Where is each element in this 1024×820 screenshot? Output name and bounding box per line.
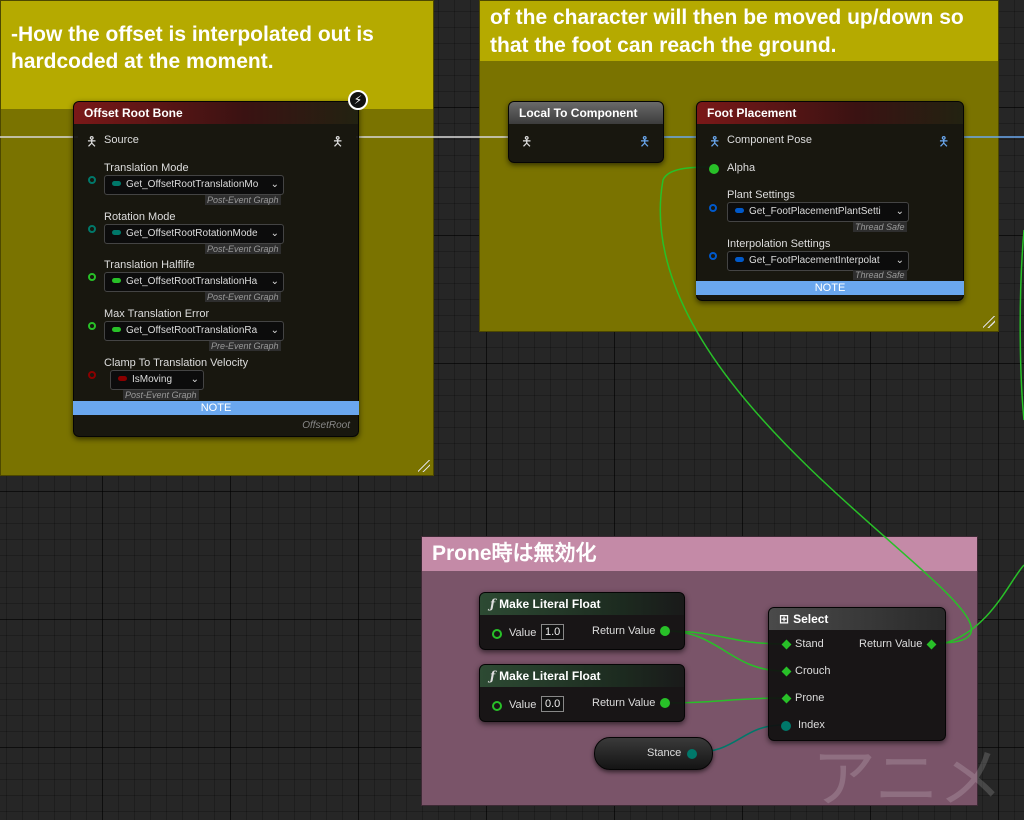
node-footer: OffsetRoot <box>302 420 350 431</box>
return-value-label: Return Value <box>592 697 656 709</box>
function-icon: ƒ <box>490 669 496 683</box>
max-translation-error-label: Max Translation Error <box>104 308 210 320</box>
translation-mode-dropdown[interactable]: Get_OffsetRootTranslationMo ⌄ <box>104 175 284 195</box>
value-input-pin[interactable] <box>492 701 502 711</box>
select-icon: ⊞ <box>779 612 790 626</box>
stand-pin[interactable] <box>781 639 792 650</box>
interpolation-settings-dropdown[interactable]: Get_FootPlacementInterpolat ⌄ <box>727 251 909 271</box>
value-input-box[interactable]: 1.0 <box>541 624 565 640</box>
rotation-mode-sub: Post-Event Graph <box>205 244 281 254</box>
value-label: Value <box>509 627 537 639</box>
node-title: ƒ Make Literal Float <box>480 593 684 615</box>
translation-halflife-label: Translation Halflife <box>104 259 195 271</box>
clamp-velocity-sub: Post-Event Graph <box>123 390 199 400</box>
return-value-pin[interactable] <box>660 626 670 636</box>
prone-label: Prone <box>795 692 825 704</box>
interpolation-settings-pin[interactable] <box>709 252 717 260</box>
source-label: Source <box>104 134 139 146</box>
translation-mode-pin[interactable] <box>88 176 96 184</box>
alpha-pin[interactable] <box>709 164 719 174</box>
plant-settings-dropdown[interactable]: Get_FootPlacementPlantSetti ⌄ <box>727 202 909 222</box>
max-translation-error-pin[interactable] <box>88 322 96 330</box>
local-to-component-node[interactable]: Local To Component 🯅 🯅 <box>508 101 664 163</box>
chevron-down-icon: ⌄ <box>190 374 199 385</box>
stance-variable-node[interactable]: Stance <box>594 737 713 770</box>
chevron-down-icon: ⌄ <box>270 325 279 336</box>
index-label: Index <box>798 719 825 731</box>
plant-settings-sub: Thread Safe <box>853 222 907 232</box>
interpolation-settings-label: Interpolation Settings <box>727 238 831 250</box>
rotation-mode-pin[interactable] <box>88 225 96 233</box>
node-title: Offset Root Bone <box>74 102 358 124</box>
source-pin-icon[interactable]: 🯅 <box>86 133 97 155</box>
alpha-label: Alpha <box>727 162 756 174</box>
plant-settings-label: Plant Settings <box>727 189 795 201</box>
return-value-pin[interactable] <box>926 639 937 650</box>
node-title: Foot Placement <box>697 102 963 124</box>
make-literal-float-node-2[interactable]: ƒ Make Literal Float Value 0.0 Return Val… <box>479 664 685 722</box>
clamp-velocity-label: Clamp To Translation Velocity <box>104 357 249 369</box>
output-pose-pin-icon[interactable]: 🯅 <box>639 133 650 155</box>
make-literal-float-node-1[interactable]: ƒ Make Literal Float Value 1.0 Return Val… <box>479 592 685 650</box>
interpolation-settings-sub: Thread Safe <box>853 270 907 280</box>
node-title: ⊞ Select <box>769 608 945 630</box>
float-wire <box>1019 229 1024 421</box>
output-pose-pin-icon[interactable]: 🯅 <box>938 133 949 155</box>
stance-output-pin[interactable] <box>687 749 697 759</box>
float-pill-icon <box>112 278 121 284</box>
chevron-down-icon: ⌄ <box>270 276 279 287</box>
prone-pin[interactable] <box>781 693 792 704</box>
stance-label: Stance <box>647 747 682 759</box>
clamp-velocity-dropdown[interactable]: IsMoving ⌄ <box>110 370 204 390</box>
rotation-mode-dropdown[interactable]: Get_OffsetRootRotationMode ⌄ <box>104 224 284 244</box>
value-input-box[interactable]: 0.0 <box>541 696 565 712</box>
node-title: ƒ Make Literal Float <box>480 665 684 687</box>
clamp-velocity-pin[interactable] <box>88 371 96 379</box>
return-value-label: Return Value <box>859 638 923 650</box>
stand-label: Stand <box>795 638 824 650</box>
rotation-mode-label: Rotation Mode <box>104 211 176 223</box>
note-bar[interactable]: NOTE <box>696 281 964 295</box>
value-input-pin[interactable] <box>492 629 502 639</box>
translation-halflife-dropdown[interactable]: Get_OffsetRootTranslationHa ⌄ <box>104 272 284 292</box>
foot-placement-node[interactable]: Foot Placement 🯅 Component Pose 🯅 Alpha … <box>696 101 964 301</box>
index-pin[interactable] <box>781 721 791 731</box>
chevron-down-icon: ⌄ <box>895 206 904 217</box>
plant-settings-pin[interactable] <box>709 204 717 212</box>
note-bar[interactable]: NOTE <box>73 401 359 415</box>
node-title: Local To Component <box>509 102 663 124</box>
chevron-down-icon: ⌄ <box>270 228 279 239</box>
max-translation-error-dropdown[interactable]: Get_OffsetRootTranslationRa ⌄ <box>104 321 284 341</box>
bool-pill-icon <box>118 376 127 382</box>
chevron-down-icon: ⌄ <box>895 255 904 266</box>
return-value-label: Return Value <box>592 625 656 637</box>
chevron-down-icon: ⌄ <box>270 179 279 190</box>
offset-root-bone-node[interactable]: Offset Root Bone ⚡ 🯅 Source 🯅 Translatio… <box>73 90 368 437</box>
max-translation-error-sub: Pre-Event Graph <box>209 341 281 351</box>
struct-pill-icon <box>735 257 744 263</box>
function-icon: ƒ <box>490 597 496 611</box>
translation-mode-sub: Post-Event Graph <box>205 195 281 205</box>
float-pill-icon <box>112 327 121 333</box>
component-pose-pin-icon[interactable]: 🯅 <box>709 133 720 155</box>
input-pose-pin-icon[interactable]: 🯅 <box>521 133 532 155</box>
translation-halflife-sub: Post-Event Graph <box>205 292 281 302</box>
component-pose-label: Component Pose <box>727 134 812 146</box>
fast-path-icon: ⚡ <box>348 90 368 110</box>
crouch-pin[interactable] <box>781 666 792 677</box>
struct-pill-icon <box>735 208 744 214</box>
crouch-label: Crouch <box>795 665 831 677</box>
return-value-pin[interactable] <box>660 698 670 708</box>
translation-halflife-pin[interactable] <box>88 273 96 281</box>
enum-pill-icon <box>112 230 121 236</box>
value-label: Value <box>509 699 537 711</box>
enum-pill-icon <box>112 181 121 187</box>
output-pose-pin-icon[interactable]: 🯅 <box>332 133 343 155</box>
select-node[interactable]: ⊞ Select Stand Return Value Crouch Prone … <box>768 607 946 741</box>
translation-mode-label: Translation Mode <box>104 162 189 174</box>
